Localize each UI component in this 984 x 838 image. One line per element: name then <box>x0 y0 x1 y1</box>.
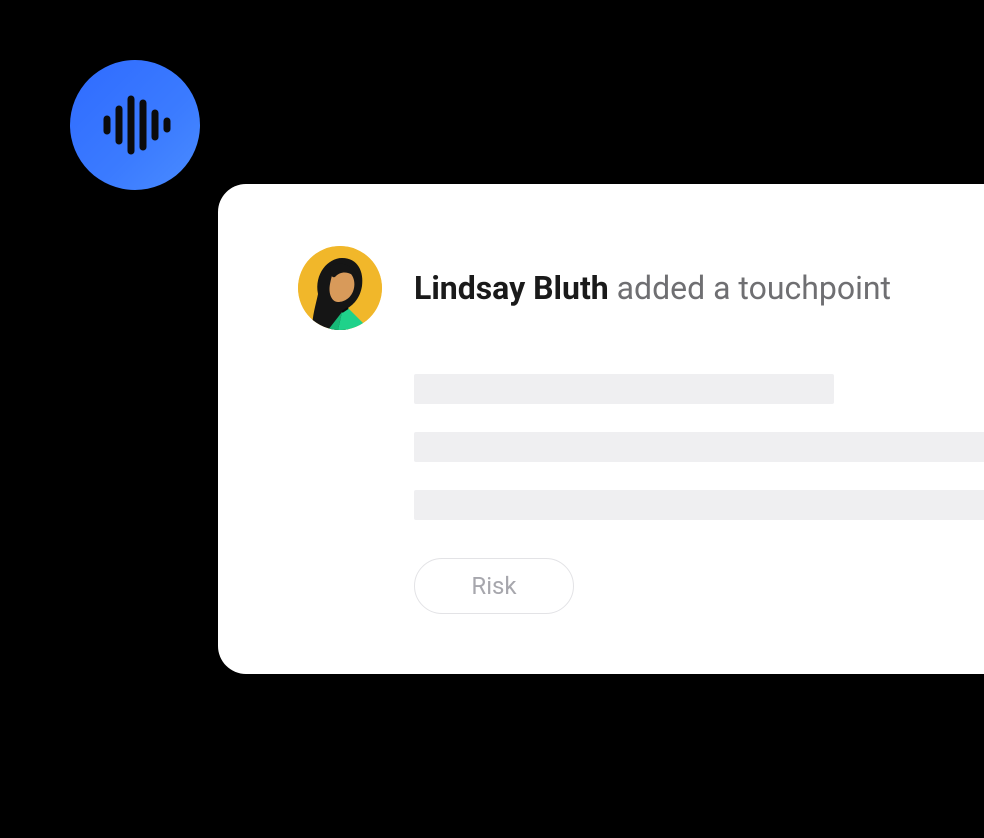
content-placeholder-line <box>414 432 984 462</box>
audio-waveform-icon <box>95 85 175 165</box>
tag-label: Risk <box>471 572 516 600</box>
audio-waveform-badge <box>70 60 200 190</box>
activity-headline: Lindsay Bluth added a touchpoint <box>414 268 891 308</box>
card-header: Lindsay Bluth added a touchpoint <box>298 246 984 330</box>
content-placeholder-line <box>414 490 984 520</box>
avatar <box>298 246 382 330</box>
card-body: Risk <box>414 374 984 614</box>
avatar-illustration <box>298 246 382 330</box>
content-placeholder-line <box>414 374 834 404</box>
touchpoint-card: Lindsay Bluth added a touchpoint Risk <box>218 184 984 674</box>
activity-action: added a touchpoint <box>617 269 891 307</box>
tag-pill-risk[interactable]: Risk <box>414 558 574 614</box>
actor-name: Lindsay Bluth <box>414 269 609 307</box>
